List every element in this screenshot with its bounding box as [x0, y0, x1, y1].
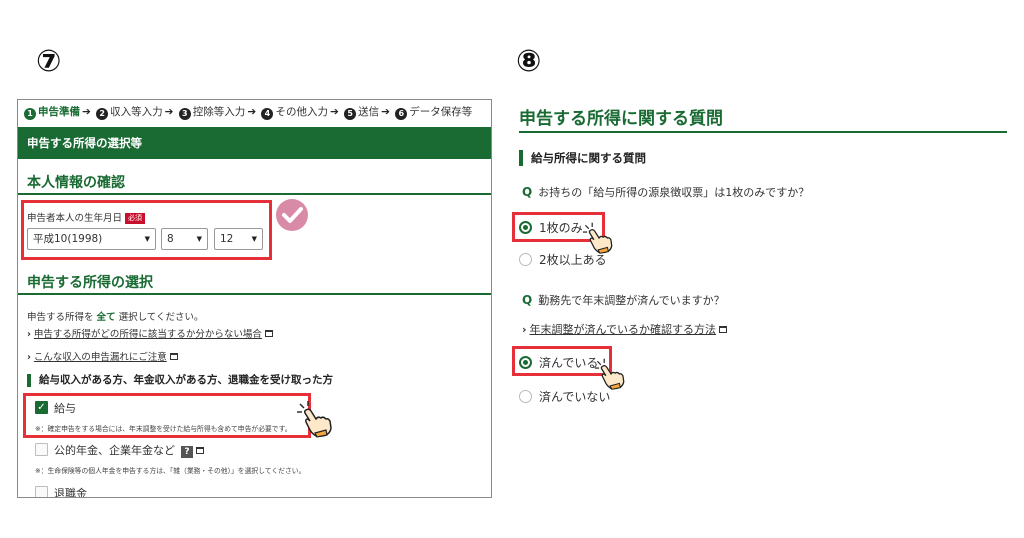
- salary-note: ※：確定申告をする場合には、年末調整を受けた給与所得も含めて申告が必要です。: [35, 425, 292, 433]
- chevron-right-icon: ›: [27, 329, 31, 340]
- birth-month-select[interactable]: 8 ▼: [161, 228, 208, 250]
- help-icon[interactable]: ?: [181, 446, 193, 458]
- external-window-icon: [264, 330, 273, 337]
- step-4: 4 その他入力: [261, 106, 328, 120]
- q2-option-done-label: 済んでいる: [539, 356, 599, 370]
- external-window-icon: [169, 353, 178, 360]
- birth-year-select[interactable]: 平成10(1998) ▼: [27, 228, 156, 250]
- step-number-8: ⑧: [516, 44, 542, 79]
- link-unreported-income[interactable]: › こんな収入の申告漏れにご注意: [27, 349, 178, 363]
- q2-radio-not-done[interactable]: [519, 390, 532, 403]
- question-2: Q 勤務先で年末調整が済んでいますか？: [522, 293, 725, 307]
- pointing-hand-icon: [297, 401, 332, 438]
- dropdown-caret-icon: ▼: [196, 235, 202, 243]
- chevron-right-icon: ›: [27, 352, 31, 363]
- subheading-salary-questions: 給与所得に関する質問: [519, 150, 646, 166]
- income-selection-panel: 1 申告準備 ➔ 2 収入等入力 ➔ 3 控除等入力 ➔ 4 その他入力 ➔ 5 送信 ➔ 6 データ…: [17, 99, 492, 498]
- pointing-hand-icon: [594, 358, 625, 390]
- q1-option-one-label: 1枚のみ: [539, 221, 583, 235]
- pension-label: 公的年金、企業年金など?: [54, 442, 204, 458]
- link-year-end-adjustment-check[interactable]: › 年末調整が済んでいるか確認する方法: [522, 321, 727, 337]
- step-number-7: ⑦: [36, 44, 62, 79]
- progress-steps: 1 申告準備 ➔ 2 収入等入力 ➔ 3 控除等入力 ➔ 4 その他入力 ➔ 5 送信 ➔ 6 データ…: [24, 104, 472, 120]
- q1-radio-one[interactable]: [519, 221, 532, 234]
- step-1: 1 申告準備: [24, 106, 80, 120]
- birth-day-select[interactable]: 12 ▼: [214, 228, 263, 250]
- step-6: 6 データ保存等: [395, 106, 472, 120]
- section-divider: [18, 193, 491, 195]
- step-5: 5 送信: [344, 106, 379, 120]
- title-divider: [519, 131, 1007, 133]
- retirement-checkbox[interactable]: [35, 486, 48, 497]
- q2-radio-done[interactable]: [519, 356, 532, 369]
- section-title-personal-info: 本人情報の確認: [27, 175, 125, 191]
- dropdown-caret-icon: ▼: [251, 235, 257, 243]
- q1-radio-multiple[interactable]: [519, 253, 532, 266]
- pension-note: ※：生命保険等の個人年金を申告する方は、「雑（業務・その他）」を選択してください…: [35, 467, 306, 475]
- section-divider: [18, 293, 491, 295]
- dropdown-caret-icon: ▼: [144, 235, 150, 243]
- step-3: 3 控除等入力: [178, 106, 245, 120]
- external-window-icon: [196, 447, 204, 454]
- chevron-right-icon: ›: [522, 323, 527, 336]
- subheading-salary-pension: 給与収入がある方、年金収入がある方、退職金を受け取った方: [27, 374, 333, 387]
- salary-checkbox[interactable]: ✓: [35, 401, 48, 414]
- page-header-bar: 申告する所得の選択等: [18, 127, 491, 159]
- question-1: Q お持ちの「給与所得の源泉徴収票」は1枚のみですか？: [522, 185, 810, 199]
- birthdate-label: 申告者本人の生年月日 必須: [27, 210, 146, 224]
- link-income-category-help[interactable]: › 申告する所得がどの所得に該当するか分からない場合: [27, 326, 273, 340]
- check-circle-icon: [276, 199, 308, 231]
- salary-label: 給与: [54, 402, 76, 415]
- pension-checkbox[interactable]: [35, 443, 48, 456]
- step-2: 2 収入等入力: [96, 106, 163, 120]
- external-window-icon: [719, 326, 727, 333]
- pointing-hand-icon: [582, 222, 613, 254]
- instruction-text: 申告する所得を 全て 選択してください。: [27, 312, 204, 323]
- page-title: 申告する所得に関する質問: [519, 109, 723, 129]
- section-title-income-selection: 申告する所得の選択: [27, 275, 153, 291]
- required-badge: 必須: [125, 213, 146, 224]
- retirement-label: 退職金: [54, 487, 87, 498]
